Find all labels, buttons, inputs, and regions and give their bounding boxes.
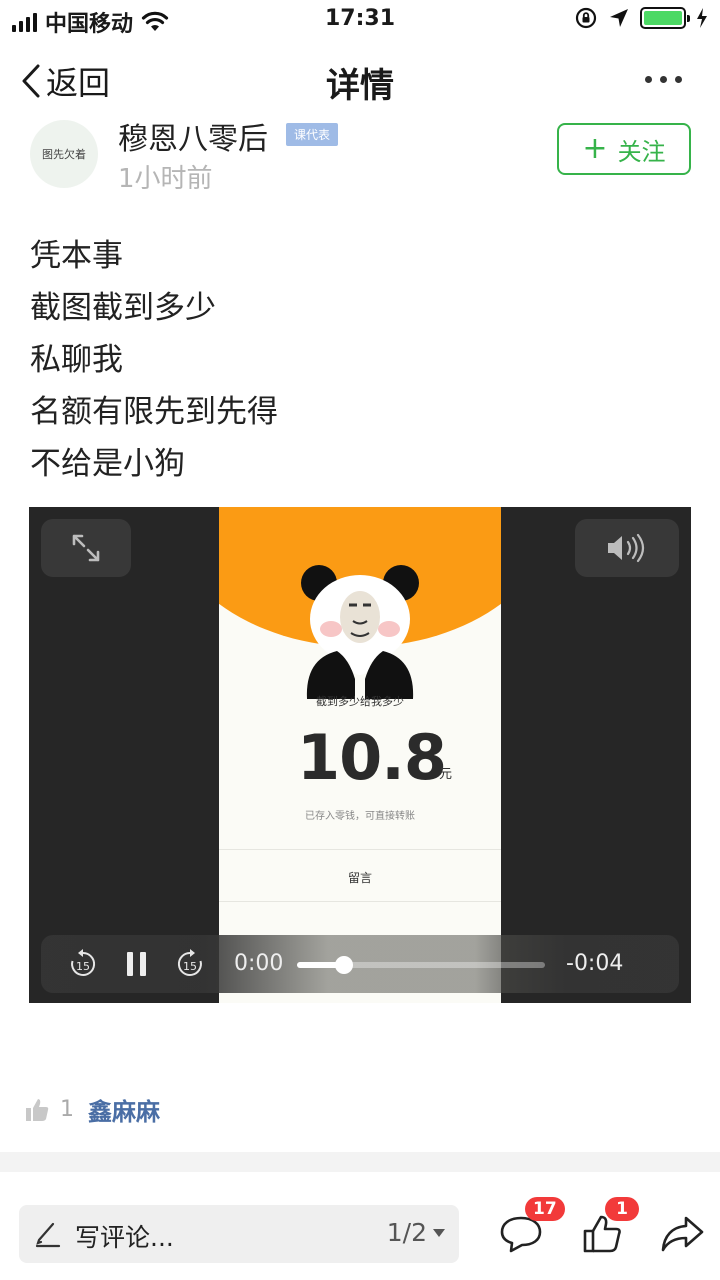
- frame-divider: [219, 901, 501, 902]
- page-indicator[interactable]: 1/2: [387, 1218, 445, 1247]
- frame-note: 已存入零钱，可直接转账: [305, 811, 415, 822]
- speaker-icon: [608, 533, 645, 563]
- more-options-icon[interactable]: [645, 76, 682, 83]
- video-player[interactable]: 截到多少给我多少 10.8 元 已存入零钱，可直接转账 留言 15 15 0:0…: [29, 507, 691, 1003]
- skip-forward-icon: 15: [177, 949, 202, 976]
- pause-icon: [127, 952, 146, 976]
- remaining-time: -0:04: [566, 951, 624, 976]
- post-line: 凭本事: [30, 238, 123, 274]
- navigation-bar: 返回 详情: [0, 42, 720, 120]
- progress-slider[interactable]: [297, 956, 545, 974]
- frame-divider: [219, 849, 501, 850]
- post-line: 不给是小狗: [30, 446, 185, 482]
- video-frame: 截到多少给我多少 10.8 元 已存入零钱，可直接转账 留言: [219, 507, 501, 1003]
- section-divider: [0, 1152, 720, 1172]
- plus-icon: +: [582, 131, 608, 166]
- follow-label: 关注: [617, 137, 666, 166]
- like-count: 1: [60, 1097, 74, 1122]
- battery-icon: [640, 7, 690, 29]
- panda-meme-image: [301, 565, 419, 699]
- thumbs-up-icon: [26, 1098, 49, 1121]
- likes-row: 1 鑫麻麻: [24, 1092, 160, 1127]
- post-line: 截图截到多少: [30, 290, 216, 326]
- skip-back-15-button[interactable]: 15: [67, 948, 99, 980]
- pen-icon: [35, 1222, 61, 1248]
- orientation-lock-icon: [575, 7, 597, 29]
- post-content: 凭本事 截图截到多少 私聊我 名额有限先到先得 不给是小狗: [30, 230, 690, 490]
- fullscreen-button[interactable]: [41, 519, 131, 577]
- skip-back-icon: 15: [71, 949, 96, 976]
- page-title: 详情: [326, 66, 394, 106]
- post-line: 名额有限先到先得: [30, 394, 278, 430]
- expand-icon: [72, 534, 100, 562]
- pause-button[interactable]: [121, 948, 153, 980]
- share-icon: [661, 1216, 704, 1252]
- share-button[interactable]: [660, 1212, 704, 1256]
- comment-count-badge: 17: [525, 1197, 565, 1221]
- skip-forward-15-button[interactable]: 15: [174, 948, 206, 980]
- current-time: 0:00: [234, 951, 284, 976]
- volume-button[interactable]: [575, 519, 679, 577]
- comment-placeholder: 写评论...: [75, 1223, 174, 1252]
- liker-name[interactable]: 鑫麻麻: [88, 1092, 160, 1127]
- author-badge: 课代表: [286, 123, 339, 146]
- skip-back-seconds: 15: [76, 960, 90, 973]
- amount-value: 10.8: [297, 721, 447, 794]
- comment-input[interactable]: 写评论... 1/2: [19, 1205, 459, 1263]
- bottom-bar: 写评论... 1/2 17 1: [0, 1172, 720, 1280]
- amount-unit: 元: [439, 767, 453, 782]
- page-indicator-label: 1/2: [386, 1218, 427, 1247]
- frame-caption: 截到多少给我多少: [316, 695, 404, 708]
- caret-down-icon: [433, 1228, 445, 1237]
- frame-comment-label: 留言: [347, 871, 372, 885]
- status-bar-right: [574, 6, 708, 30]
- avatar-text: 图先欠着: [42, 148, 86, 161]
- skip-forward-seconds: 15: [183, 960, 197, 973]
- progress-knob[interactable]: [335, 956, 354, 974]
- playback-controls: 15 15 0:00 -0:04: [41, 935, 679, 993]
- like-count-badge: 1: [605, 1197, 639, 1221]
- status-bar: 中国移动 17:31: [0, 0, 720, 40]
- follow-button[interactable]: + 关注: [557, 123, 691, 175]
- author-name[interactable]: 穆恩八零后: [118, 114, 268, 158]
- post-line: 私聊我: [30, 342, 123, 378]
- post-time: 1小时前: [118, 164, 213, 194]
- charging-icon: [697, 8, 707, 28]
- avatar[interactable]: 图先欠着: [30, 120, 98, 188]
- location-icon: [610, 9, 628, 27]
